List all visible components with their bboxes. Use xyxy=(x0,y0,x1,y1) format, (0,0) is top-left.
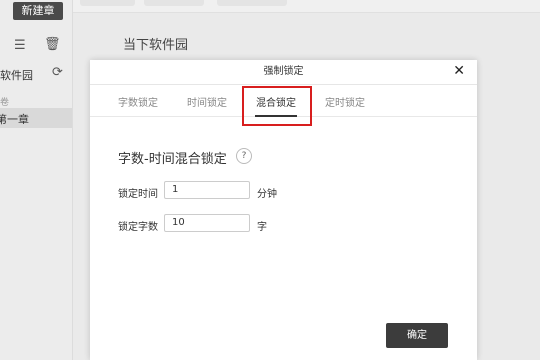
toolbar-segment[interactable] xyxy=(144,0,204,6)
chapter-item-selected[interactable]: 第一章 xyxy=(0,108,72,128)
toolbar-segment[interactable] xyxy=(217,0,287,6)
dialog-title: 强制锁定 xyxy=(263,66,304,77)
lock-time-unit: 分钟 xyxy=(257,189,277,200)
tab-word-lock[interactable]: 字数锁定 xyxy=(118,94,158,109)
force-lock-dialog: 强制锁定 ✕ 字数锁定 时间锁定 混合锁定 定时锁定 字数-时间混合锁定 ? 锁… xyxy=(90,60,477,360)
chapter-sidebar: 新建章 ☰ 🗑 软件园 ⟳ 卷 第一章 xyxy=(0,0,73,360)
chapter-label: 第一章 xyxy=(0,113,29,126)
book-title: 当下软件园 xyxy=(123,38,189,53)
lock-words-input[interactable] xyxy=(164,214,250,232)
trash-icon[interactable]: 🗑 xyxy=(44,37,61,52)
dialog-header: 强制锁定 ✕ xyxy=(90,60,477,85)
tab-time-lock[interactable]: 时间锁定 xyxy=(187,94,227,109)
highlight-box xyxy=(242,86,312,126)
sort-icon[interactable]: ☰ xyxy=(14,38,26,53)
confirm-button[interactable]: 确定 xyxy=(386,323,448,348)
toolbar-segment[interactable] xyxy=(80,0,135,6)
help-icon[interactable]: ? xyxy=(236,148,252,164)
section-title: 字数-时间混合锁定 xyxy=(118,152,227,167)
new-chapter-button[interactable]: 新建章 xyxy=(13,2,63,20)
lock-words-label: 锁定字数 xyxy=(118,222,158,233)
lock-time-label: 锁定时间 xyxy=(118,189,158,200)
lock-words-unit: 字 xyxy=(257,222,267,233)
lock-time-input[interactable] xyxy=(164,181,250,199)
tab-scheduled-lock[interactable]: 定时锁定 xyxy=(325,94,365,109)
refresh-icon[interactable]: ⟳ xyxy=(52,65,63,80)
close-icon[interactable]: ✕ xyxy=(453,63,465,79)
top-toolbar xyxy=(72,0,540,13)
volume-label: 卷 xyxy=(0,98,10,108)
book-name[interactable]: 软件园 xyxy=(0,67,33,83)
